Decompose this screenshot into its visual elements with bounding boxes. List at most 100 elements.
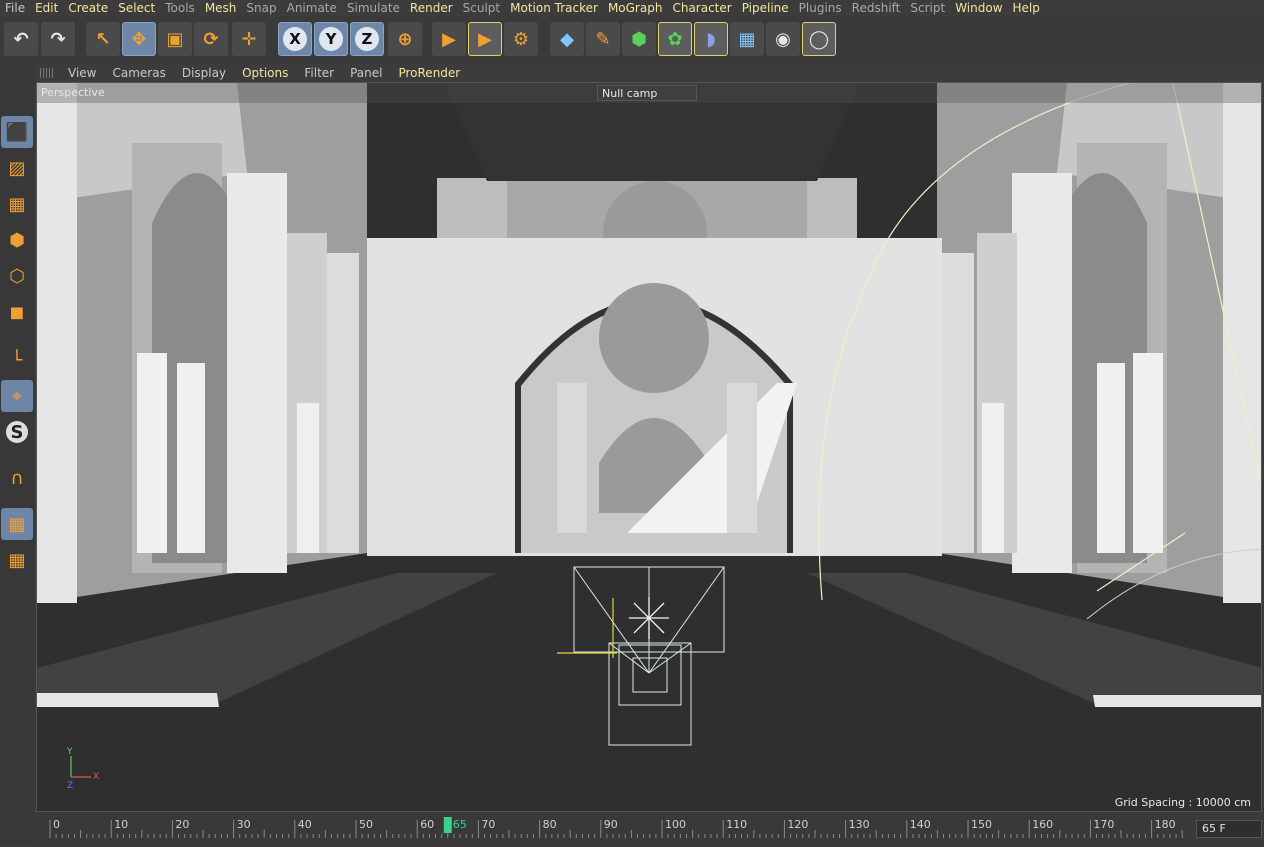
camera-button[interactable]: ◉ (766, 22, 800, 56)
tweak-mode-button[interactable]: ⌖ (1, 380, 33, 412)
timeline-tick-label: 70 (481, 818, 495, 831)
menu-script[interactable]: Script (905, 0, 950, 16)
cube-icon: ◆ (560, 28, 574, 50)
undo-button[interactable]: ↶ (4, 22, 38, 56)
cloner-icon: ✿ (667, 28, 683, 50)
menu-plugins[interactable]: Plugins (794, 0, 847, 16)
solo-mode-icon: S (6, 421, 28, 443)
floor-button[interactable]: ▦ (730, 22, 764, 56)
viewport-menu-filter[interactable]: Filter (296, 64, 342, 82)
menu-render[interactable]: Render (405, 0, 458, 16)
subdivision-button[interactable]: ⬢ (622, 22, 656, 56)
locked-workplane-button[interactable]: ▦ (1, 508, 33, 540)
timeline-tick-label: 130 (849, 818, 870, 831)
workplane-button[interactable]: ▦ (1, 188, 33, 220)
menu-sculpt[interactable]: Sculpt (458, 0, 505, 16)
points-mode-icon: ⬢ (9, 229, 25, 251)
move-button[interactable]: ✥ (122, 22, 156, 56)
timeline-tick-label: 120 (787, 818, 808, 831)
workplane-icon: ▦ (8, 193, 26, 215)
viewport-label: Perspective (41, 86, 105, 99)
snap-magnet-icon: ∩ (10, 467, 24, 489)
axis-mode-button[interactable]: └ (1, 344, 33, 376)
live-selection-button[interactable]: ↖ (86, 22, 120, 56)
render-settings-icon: ⚙ (512, 28, 530, 50)
floor-icon: ▦ (738, 28, 756, 50)
viewport-menu-panel[interactable]: Panel (342, 64, 390, 82)
menu-snap[interactable]: Snap (241, 0, 281, 16)
points-mode-button[interactable]: ⬢ (1, 224, 33, 256)
planar-workplane-button[interactable]: ▦ (1, 544, 33, 576)
render-view-button[interactable]: ▶ (432, 22, 466, 56)
solo-mode-button[interactable]: S (1, 416, 33, 448)
polygons-mode-icon: ◼ (9, 301, 25, 323)
snap-magnet-button[interactable]: ∩ (1, 462, 33, 494)
deformer-icon: ◗ (706, 28, 716, 50)
menu-motion-tracker[interactable]: Motion Tracker (505, 0, 603, 16)
viewport-grip-icon[interactable] (40, 68, 54, 78)
menu-mesh[interactable]: Mesh (200, 0, 242, 16)
z-axis-lock-icon: Z (355, 27, 379, 51)
timeline-ruler[interactable]: 0 10 20 30 40 50 60 70 80 90 100 110 120 130 140 150 160… (36, 814, 1192, 844)
z-axis-lock-button[interactable]: Z (350, 22, 384, 56)
edges-mode-button[interactable]: ⬡ (1, 260, 33, 292)
timeline-tick-label: 30 (237, 818, 251, 831)
rotate-button[interactable]: ⟳ (194, 22, 228, 56)
menu-window[interactable]: Window (950, 0, 1007, 16)
cube-button[interactable]: ◆ (550, 22, 584, 56)
cloner-button[interactable]: ✿ (658, 22, 692, 56)
viewport-menu-prorender[interactable]: ProRender (390, 64, 468, 82)
menu-create[interactable]: Create (63, 0, 113, 16)
scale-button[interactable]: ▣ (158, 22, 192, 56)
viewport-menu-display[interactable]: Display (174, 64, 234, 82)
render-view-icon: ▶ (442, 28, 456, 50)
texture-mode-button[interactable]: ▨ (1, 152, 33, 184)
make-editable-button[interactable]: ⬛ (1, 116, 33, 148)
timeline-tick-label: 110 (726, 818, 747, 831)
menu-select[interactable]: Select (113, 0, 160, 16)
viewport-menu-options[interactable]: Options (234, 64, 296, 82)
coordinate-system-button[interactable]: ⊕ (388, 22, 422, 56)
timeline-tick-label: 90 (604, 818, 618, 831)
menu-character[interactable]: Character (667, 0, 736, 16)
viewport-menu-view[interactable]: View (60, 64, 104, 82)
deformer-button[interactable]: ◗ (694, 22, 728, 56)
y-axis-lock-button[interactable]: Y (314, 22, 348, 56)
render-picture-viewer-button[interactable]: ▶ (468, 22, 502, 56)
viewport-menubar: View Cameras Display Options Filter Panel ProR… (36, 64, 1264, 82)
main-menubar: File Edit Create Select Tools Mesh Snap Animate… (0, 0, 1264, 16)
camera-name-field[interactable]: Null camp (597, 85, 697, 101)
menu-simulate[interactable]: Simulate (342, 0, 405, 16)
locked-workplane-icon: ▦ (8, 513, 26, 535)
undo-icon: ↶ (13, 28, 29, 50)
timeline-tick-label: 20 (175, 818, 189, 831)
recent-tool-icon: ✛ (241, 28, 257, 50)
timeline-tick-label: 50 (359, 818, 373, 831)
pen-spline-button[interactable]: ✎ (586, 22, 620, 56)
menu-file[interactable]: File (0, 0, 30, 16)
tweak-mode-icon: ⌖ (11, 385, 23, 407)
redo-button[interactable]: ↷ (41, 22, 75, 56)
render-settings-button[interactable]: ⚙ (504, 22, 538, 56)
scene-render (37, 83, 1261, 811)
menu-mograph[interactable]: MoGraph (603, 0, 668, 16)
polygons-mode-button[interactable]: ◼ (1, 296, 33, 328)
menu-pipeline[interactable]: Pipeline (737, 0, 794, 16)
timeline-playhead[interactable] (443, 817, 452, 833)
x-axis-lock-button[interactable]: X (278, 22, 312, 56)
light-button[interactable]: ◯ (802, 22, 836, 56)
menu-tools[interactable]: Tools (160, 0, 200, 16)
y-axis-lock-icon: Y (319, 27, 343, 51)
gizmo-y-label: Y (67, 747, 73, 757)
menu-help[interactable]: Help (1008, 0, 1045, 16)
texture-mode-icon: ▨ (8, 157, 26, 179)
move-icon: ✥ (131, 28, 147, 50)
menu-redshift[interactable]: Redshift (847, 0, 906, 16)
viewport-menu-cameras[interactable]: Cameras (104, 64, 173, 82)
menu-edit[interactable]: Edit (30, 0, 63, 16)
viewport-perspective[interactable]: Perspective Null camp Y X Z Grid Spacing… (36, 82, 1262, 812)
menu-animate[interactable]: Animate (282, 0, 342, 16)
camera-icon: ◉ (775, 28, 791, 50)
recent-tool-button[interactable]: ✛ (232, 22, 266, 56)
current-frame-field[interactable]: 65 F (1196, 820, 1262, 838)
